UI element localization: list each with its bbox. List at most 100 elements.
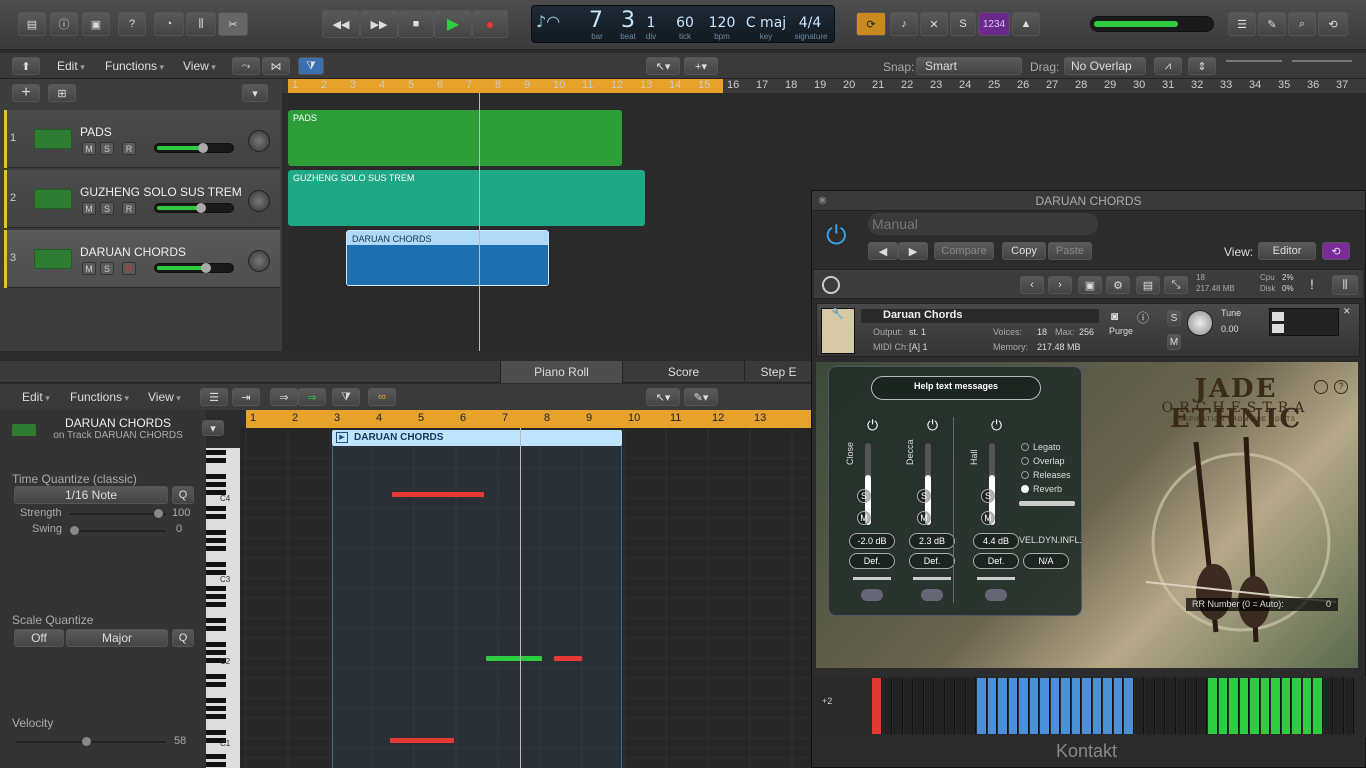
solo-button[interactable]: S: [100, 142, 114, 155]
tune-knob[interactable]: [1187, 310, 1213, 336]
prev-preset-icon[interactable]: ◀: [868, 242, 898, 260]
horizontal-zoom-slider[interactable]: [1292, 60, 1352, 70]
black-key[interactable]: [206, 458, 226, 463]
list-editors-icon[interactable]: ☰: [1228, 12, 1256, 36]
scale-quantize-q-button[interactable]: Q: [172, 629, 194, 647]
camera-icon[interactable]: ◙: [1111, 309, 1118, 323]
mixer-icon[interactable]: ⫼: [186, 12, 216, 36]
record-enable-button[interactable]: R: [122, 202, 136, 215]
black-key[interactable]: [206, 530, 226, 535]
black-key[interactable]: [206, 674, 226, 679]
pr-functions-menu[interactable]: Functions: [70, 390, 129, 404]
kontakt-white-key[interactable]: [872, 678, 882, 734]
pan-knob[interactable]: [248, 190, 270, 212]
vel-dyn-select[interactable]: N/A: [1023, 553, 1069, 569]
collapse-icon[interactable]: ⇥: [232, 388, 260, 406]
track-name[interactable]: DARUAN CHORDS: [80, 245, 186, 259]
option-checkbox[interactable]: [1021, 485, 1029, 493]
pr-catch-icon[interactable]: ⧩: [332, 388, 360, 406]
kontakt-white-key[interactable]: [1040, 678, 1050, 734]
kontakt-white-key[interactable]: [1323, 678, 1333, 734]
scale-quantize-scale-select[interactable]: Major: [66, 629, 168, 647]
black-key[interactable]: [206, 650, 226, 655]
kontakt-white-key[interactable]: [1218, 678, 1228, 734]
cycle-icon[interactable]: ⟳: [856, 12, 886, 36]
kontakt-white-key[interactable]: [1124, 678, 1134, 734]
region-play-icon[interactable]: ▶: [336, 432, 348, 443]
lcd-tempo[interactable]: 120: [704, 15, 740, 31]
help-icon[interactable]: ?: [118, 12, 146, 36]
mute-button[interactable]: M: [82, 142, 96, 155]
midi-in-icon[interactable]: ⇒: [270, 388, 298, 406]
kontakt-white-key[interactable]: [956, 678, 966, 734]
mic-pan-slider[interactable]: [913, 577, 951, 580]
kontakt-white-key[interactable]: [987, 678, 997, 734]
track-header[interactable]: 2 GUZHENG SOLO SUS TREM M S R: [4, 170, 280, 228]
pr-region-header[interactable]: ▶ DARUAN CHORDS: [332, 430, 622, 446]
tracks-view-menu[interactable]: View: [183, 59, 216, 73]
black-key[interactable]: [206, 602, 226, 607]
marquee-tool-icon[interactable]: +▾: [684, 57, 718, 75]
waveform-zoom-icon[interactable]: ⩘: [1154, 57, 1182, 75]
mic-toggle[interactable]: [921, 589, 943, 601]
mic-solo-button[interactable]: S: [857, 489, 871, 503]
black-key[interactable]: [206, 698, 226, 703]
drag-select[interactable]: No Overlap: [1064, 57, 1146, 75]
mic-pan-slider[interactable]: [977, 577, 1015, 580]
mic-def-select[interactable]: Def.: [973, 553, 1019, 569]
kontakt-white-key[interactable]: [1250, 678, 1260, 734]
settings-gear-icon[interactable]: [1314, 380, 1328, 394]
flex-icon[interactable]: ⋈: [262, 57, 290, 75]
kontakt-white-key[interactable]: [1071, 678, 1081, 734]
solo-button[interactable]: S: [100, 202, 114, 215]
kontakt-white-key[interactable]: [1271, 678, 1281, 734]
lcd-display[interactable]: ♪◠ 7 3 1 60 120 C maj 4/4 bar beat div t…: [531, 5, 835, 43]
black-key[interactable]: [206, 730, 226, 735]
black-key[interactable]: [206, 514, 226, 519]
fader-knob[interactable]: [201, 263, 211, 273]
view-select[interactable]: Editor: [1258, 242, 1316, 260]
kontakt-white-key[interactable]: [1082, 678, 1092, 734]
scale-quantize-root-select[interactable]: Off: [14, 629, 64, 647]
instrument-name-field[interactable]: Daruan Chords: [861, 309, 1099, 323]
black-key[interactable]: [206, 450, 226, 455]
tuner-button-icon[interactable]: ♪: [890, 12, 918, 36]
kontakt-white-key[interactable]: [1061, 678, 1071, 734]
black-key[interactable]: [206, 586, 226, 591]
solo-button[interactable]: S: [100, 262, 114, 275]
arrange-region[interactable]: GUZHENG SOLO SUS TREM: [288, 170, 645, 226]
kt-prev-icon[interactable]: ‹: [1020, 276, 1044, 294]
swing-slider[interactable]: [70, 526, 166, 535]
pr-bar-ruler[interactable]: 1 2 3 4 5 6 7 8 9 10 11 12 13: [246, 410, 812, 428]
midi-out-icon[interactable]: ⇒: [298, 388, 326, 406]
mic-db-value[interactable]: 4.4 dB: [973, 533, 1019, 549]
kontakt-white-key[interactable]: [1050, 678, 1060, 734]
kt-next-icon[interactable]: ›: [1048, 276, 1072, 294]
volume-fader[interactable]: [154, 203, 234, 213]
record-button[interactable]: ●: [472, 10, 508, 38]
stop-button[interactable]: ■: [398, 10, 434, 38]
kontakt-keyboard[interactable]: [872, 678, 1358, 734]
mic-def-select[interactable]: Def.: [909, 553, 955, 569]
kontakt-white-key[interactable]: [1008, 678, 1018, 734]
kontakt-white-key[interactable]: [1092, 678, 1102, 734]
info-icon-kt[interactable]: ⓘ: [1137, 309, 1149, 326]
piano-keyboard[interactable]: C4 C3 C2 C1: [206, 448, 240, 768]
track-header[interactable]: 3 DARUAN CHORDS M S R: [4, 230, 280, 288]
inspector-collapse-icon[interactable]: ▾: [202, 420, 224, 436]
mic-power-icon[interactable]: ⏻: [991, 417, 1002, 434]
settings-icon[interactable]: ⚙: [1106, 276, 1130, 294]
max-value[interactable]: 256: [1079, 327, 1094, 337]
replace-icon[interactable]: ✕: [920, 12, 948, 36]
kontakt-white-key[interactable]: [1176, 678, 1186, 734]
kontakt-white-key[interactable]: [1197, 678, 1207, 734]
kontakt-white-key[interactable]: [945, 678, 955, 734]
mic-toggle[interactable]: [861, 589, 883, 601]
catch-icon[interactable]: ⧩: [298, 57, 324, 75]
pr-view-menu[interactable]: View: [148, 390, 181, 404]
midi-note[interactable]: [390, 738, 454, 743]
time-quantize-select[interactable]: 1/16 Note: [14, 486, 168, 504]
option-checkbox[interactable]: [1021, 443, 1029, 451]
fader-knob[interactable]: [196, 203, 207, 213]
warning-icon[interactable]: !: [1310, 276, 1314, 292]
